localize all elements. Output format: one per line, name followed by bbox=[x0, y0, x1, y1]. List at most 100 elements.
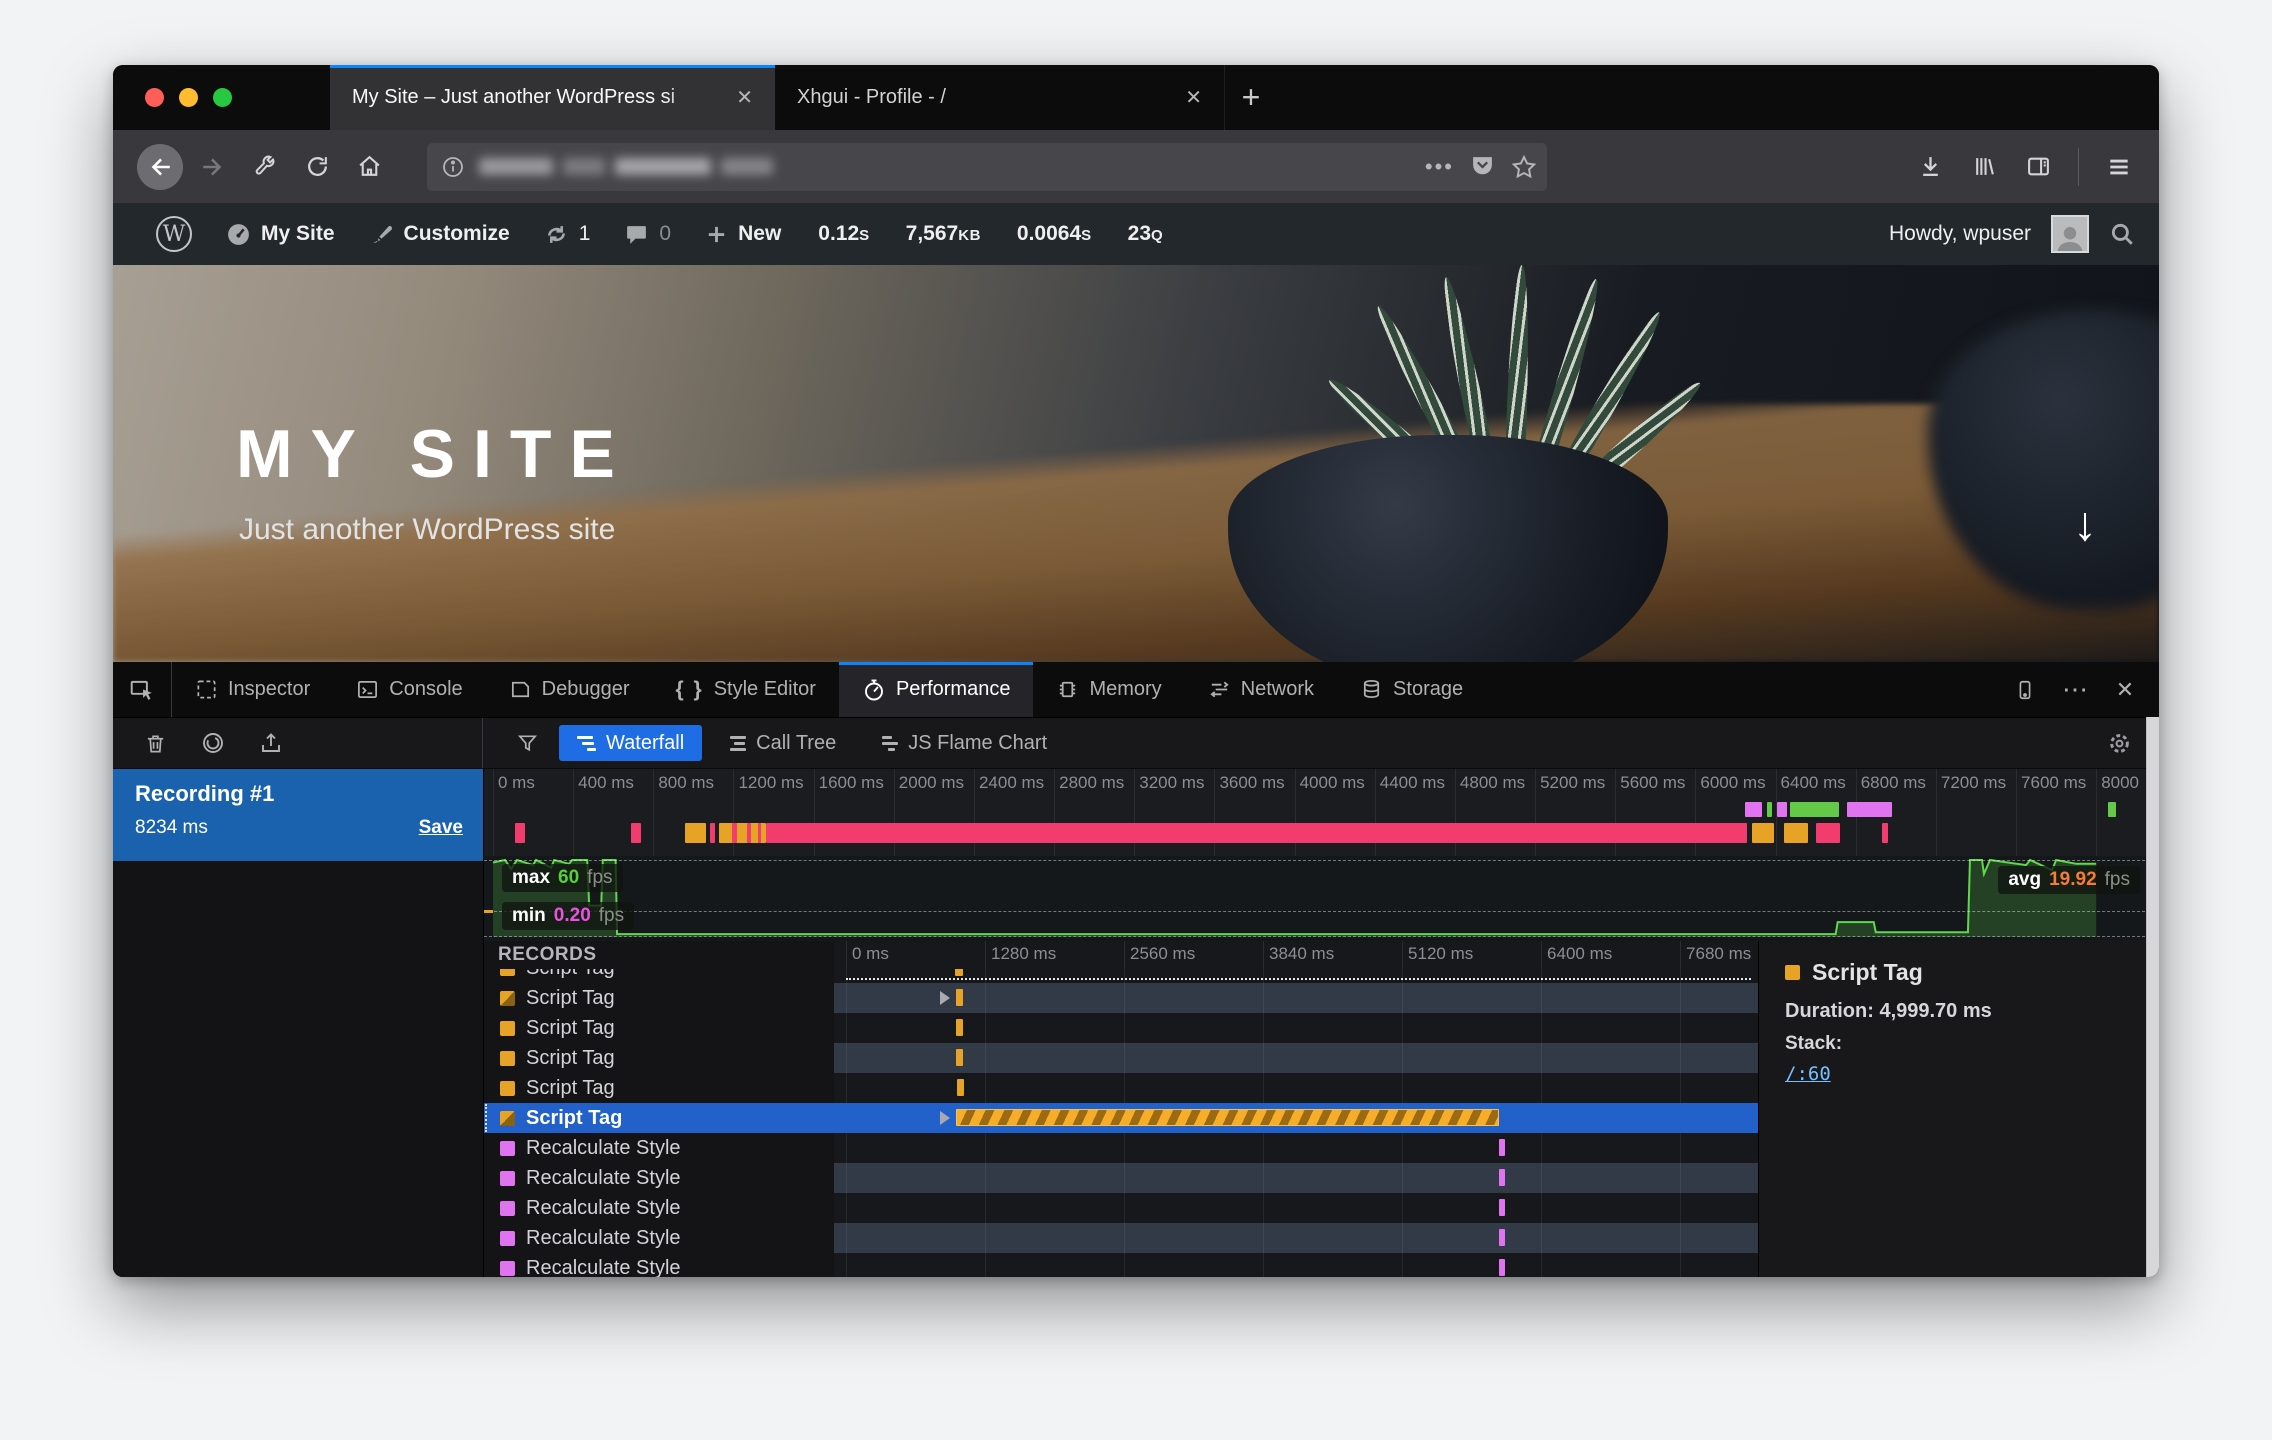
wp-logo-menu[interactable]: W bbox=[139, 203, 209, 265]
waterfall-tick-label: 5120 ms bbox=[1408, 944, 1473, 964]
wp-comments-menu[interactable]: 0 bbox=[607, 203, 688, 265]
library-icon bbox=[1972, 154, 1997, 179]
site-tagline: Just another WordPress site bbox=[239, 513, 615, 547]
wp-comments-count: 0 bbox=[659, 222, 671, 246]
close-icon[interactable]: ✕ bbox=[730, 83, 759, 112]
responsive-mode-button[interactable] bbox=[2003, 668, 2047, 712]
overview-css-marker bbox=[1745, 802, 1762, 817]
waterfall-tick-label: 2560 ms bbox=[1130, 944, 1195, 964]
zoom-window-button[interactable] bbox=[213, 88, 232, 107]
waterfall-bar bbox=[956, 989, 964, 1006]
table-row[interactable]: Recalculate Style bbox=[484, 1133, 1759, 1163]
tab-storage[interactable]: Storage bbox=[1337, 662, 1486, 717]
tab-xhgui[interactable]: Xhgui - Profile - / ✕ bbox=[775, 65, 1225, 130]
back-button[interactable] bbox=[137, 144, 183, 190]
close-window-button[interactable] bbox=[145, 88, 164, 107]
sidebar-icon bbox=[2026, 154, 2051, 179]
import-icon bbox=[259, 731, 283, 755]
record-name-cell: Script Tag bbox=[484, 983, 834, 1013]
table-row[interactable]: Recalculate Style bbox=[484, 1253, 1759, 1277]
record-label: Script Tag bbox=[526, 1017, 615, 1040]
new-tab-button[interactable]: + bbox=[1225, 65, 1277, 130]
waterfall-tick-label: 0 ms bbox=[852, 944, 889, 964]
overview-tick-label: 800 ms bbox=[658, 773, 714, 793]
wp-new-menu[interactable]: New bbox=[688, 203, 798, 265]
pocket-icon[interactable] bbox=[1470, 154, 1495, 179]
record-name-cell: Recalculate Style bbox=[484, 1253, 834, 1277]
table-row[interactable]: Recalculate Style bbox=[484, 1223, 1759, 1253]
tab-performance[interactable]: Performance bbox=[839, 662, 1034, 717]
sidebars-button[interactable] bbox=[2016, 145, 2060, 189]
avatar[interactable] bbox=[2051, 215, 2089, 253]
save-recording-link[interactable]: Save bbox=[419, 817, 463, 839]
developer-tools-button[interactable] bbox=[243, 145, 287, 189]
table-row[interactable]: Recalculate Style bbox=[484, 1163, 1759, 1193]
overview-tick-label: 8000 bbox=[2101, 773, 2139, 793]
timeline-overview[interactable]: 0 ms400 ms800 ms1200 ms1600 ms2000 ms240… bbox=[484, 769, 2159, 941]
table-row[interactable]: Script Tag bbox=[484, 1013, 1759, 1043]
braces-icon: { } bbox=[676, 678, 704, 702]
table-row[interactable]: Recalculate Style bbox=[484, 1193, 1759, 1223]
start-recording-button[interactable] bbox=[191, 721, 235, 765]
wp-account-greeting[interactable]: Howdy, wpuser bbox=[1889, 222, 2031, 246]
devtools-close-button[interactable]: ✕ bbox=[2103, 668, 2147, 712]
metric-query-time: 0.0064S bbox=[1017, 222, 1092, 246]
back-icon bbox=[147, 154, 173, 180]
performance-settings-button[interactable] bbox=[2106, 730, 2133, 757]
browser-window: My Site – Just another WordPress si ✕ Xh… bbox=[113, 65, 2159, 1277]
downloads-button[interactable] bbox=[1908, 145, 1952, 189]
pick-element-button[interactable] bbox=[113, 662, 172, 717]
view-waterfall-button[interactable]: Waterfall bbox=[559, 725, 702, 761]
wp-updates-menu[interactable]: 1 bbox=[527, 203, 608, 265]
clear-recordings-button[interactable] bbox=[133, 721, 177, 765]
overview-tick-label: 6000 ms bbox=[1700, 773, 1765, 793]
table-row[interactable]: Script Tag bbox=[484, 983, 1759, 1013]
site-info-icon[interactable] bbox=[441, 155, 465, 179]
wp-search-button[interactable] bbox=[2109, 221, 2135, 247]
wp-updates-count: 1 bbox=[579, 222, 591, 246]
overview-tick-label: 4800 ms bbox=[1460, 773, 1525, 793]
stack-frame-link[interactable]: /:60 bbox=[1785, 1063, 1831, 1085]
tab-network[interactable]: Network bbox=[1185, 662, 1337, 717]
record-name-cell: Recalculate Style bbox=[484, 1193, 834, 1223]
record-type-swatch bbox=[500, 1051, 515, 1066]
view-flame-chart-button[interactable]: JS Flame Chart bbox=[864, 725, 1065, 761]
menu-button[interactable] bbox=[2097, 145, 2141, 189]
tab-debugger[interactable]: Debugger bbox=[486, 662, 653, 717]
close-icon[interactable]: ✕ bbox=[1179, 83, 1208, 112]
wordpress-logo-icon: W bbox=[156, 216, 192, 252]
wp-my-site-menu[interactable]: My Site bbox=[209, 203, 352, 265]
wp-customize-menu[interactable]: Customize bbox=[352, 203, 527, 265]
reload-button[interactable] bbox=[295, 145, 339, 189]
table-row[interactable]: Script Tag bbox=[484, 969, 1759, 983]
scrollbar[interactable] bbox=[2146, 717, 2159, 1277]
table-row[interactable]: Script Tag bbox=[484, 1043, 1759, 1073]
minimize-window-button[interactable] bbox=[179, 88, 198, 107]
page-actions-icon[interactable]: ••• bbox=[1425, 154, 1454, 180]
scroll-down-arrow[interactable]: ↓ bbox=[2073, 497, 2097, 552]
library-button[interactable] bbox=[1962, 145, 2006, 189]
filter-button[interactable] bbox=[505, 721, 549, 765]
import-recording-button[interactable] bbox=[249, 721, 293, 765]
record-name-cell: Recalculate Style bbox=[484, 1133, 834, 1163]
forward-button[interactable] bbox=[191, 145, 235, 189]
responsive-phone-icon bbox=[2014, 679, 2036, 701]
tab-my-site[interactable]: My Site – Just another WordPress si ✕ bbox=[330, 65, 775, 130]
overview-markers bbox=[484, 798, 2159, 856]
devtools-more-button[interactable]: ⋯ bbox=[2053, 668, 2097, 712]
record-label: Recalculate Style bbox=[526, 1197, 681, 1220]
table-row[interactable]: Script Tag bbox=[484, 1073, 1759, 1103]
view-call-tree-button[interactable]: Call Tree bbox=[712, 725, 854, 761]
bookmark-star-icon[interactable] bbox=[1511, 154, 1537, 180]
recording-item[interactable]: Recording #1 8234 ms Save bbox=[113, 769, 483, 861]
table-row[interactable]: Script Tag bbox=[484, 1103, 1759, 1133]
tab-style-editor[interactable]: { } Style Editor bbox=[653, 662, 839, 717]
tab-inspector[interactable]: Inspector bbox=[172, 662, 333, 717]
tab-memory[interactable]: Memory bbox=[1033, 662, 1184, 717]
home-button[interactable] bbox=[347, 145, 391, 189]
records-rows-viewport[interactable]: Script TagScript TagScript TagScript Tag… bbox=[484, 969, 1759, 1277]
memory-chip-icon bbox=[1056, 678, 1079, 701]
url-bar[interactable]: ••• bbox=[427, 143, 1547, 191]
tab-console[interactable]: Console bbox=[333, 662, 485, 717]
record-name-cell: Script Tag bbox=[484, 1013, 834, 1043]
